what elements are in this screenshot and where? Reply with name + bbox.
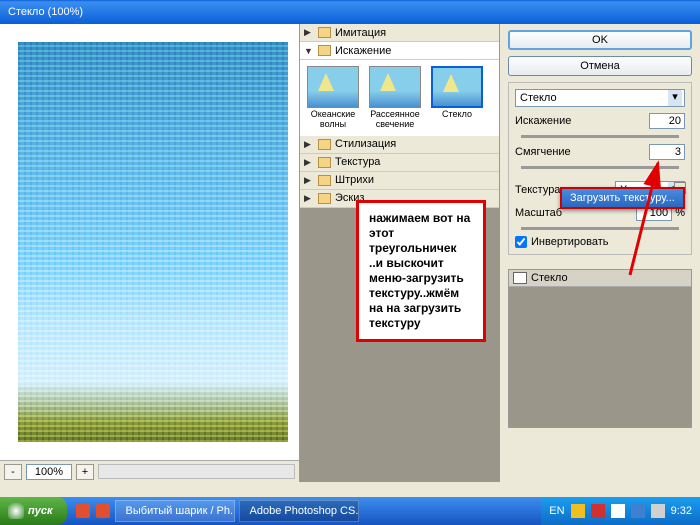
task-item-photoshop[interactable]: Adobe Photoshop CS... bbox=[239, 500, 359, 522]
system-tray: EN 9:32 bbox=[541, 497, 700, 525]
ok-button[interactable]: OK bbox=[508, 30, 692, 50]
taskbar: пуск Выбитый шарик / Ph... Adobe Photosh… bbox=[0, 497, 700, 525]
category-label: Стилизация bbox=[335, 138, 396, 150]
param-smooth: Смягчение bbox=[515, 144, 685, 160]
zoom-in-button[interactable]: + bbox=[76, 464, 94, 480]
tray-icon[interactable] bbox=[591, 504, 605, 518]
expand-icon: ▶ bbox=[304, 139, 314, 150]
tutorial-annotation: нажимаем вот на этот треугольничек ..и в… bbox=[356, 200, 486, 342]
thumb-ocean-waves[interactable]: Океанские волны bbox=[304, 66, 362, 130]
folder-icon bbox=[318, 45, 331, 56]
smooth-input[interactable] bbox=[649, 144, 685, 160]
expand-icon: ▶ bbox=[304, 193, 314, 204]
param-distort: Искажение bbox=[515, 113, 685, 129]
param-label: Масштаб bbox=[515, 207, 562, 219]
smooth-slider[interactable] bbox=[521, 166, 679, 169]
quicklaunch-icon[interactable] bbox=[96, 504, 110, 518]
expand-icon: ▶ bbox=[304, 27, 314, 38]
distort-input[interactable] bbox=[649, 113, 685, 129]
category-label: Искажение bbox=[335, 45, 391, 57]
preview-pane: - 100% + bbox=[0, 24, 300, 482]
filter-thumbnails: Океанские волны Рассеянное свечение Стек… bbox=[300, 60, 499, 136]
cancel-button[interactable]: Отмена bbox=[508, 56, 692, 76]
category-label: Текстура bbox=[335, 156, 380, 168]
load-texture-menu-item[interactable]: Загрузить текстуру... bbox=[560, 187, 685, 209]
start-label: пуск bbox=[28, 505, 53, 517]
settings-pane: OK Отмена Стекло Искажение Смягчение Тек… bbox=[500, 24, 700, 482]
invert-label: Инвертировать bbox=[531, 236, 608, 248]
task-item-browser[interactable]: Выбитый шарик / Ph... bbox=[115, 500, 235, 522]
start-button[interactable]: пуск bbox=[0, 497, 67, 525]
tray-icon[interactable] bbox=[611, 504, 625, 518]
scale-slider[interactable] bbox=[521, 227, 679, 230]
folder-icon bbox=[318, 175, 331, 186]
folder-icon bbox=[318, 193, 331, 204]
task-label: Adobe Photoshop CS... bbox=[250, 505, 359, 517]
expand-icon: ▶ bbox=[304, 175, 314, 186]
window-titlebar: Стекло (100%) bbox=[0, 0, 700, 24]
filter-params-panel: Стекло Искажение Смягчение Текстура: Хол… bbox=[508, 82, 692, 255]
category-stylize[interactable]: ▶ Стилизация bbox=[300, 136, 499, 154]
invert-checkbox[interactable]: Инвертировать bbox=[515, 236, 685, 248]
zoom-out-button[interactable]: - bbox=[4, 464, 22, 480]
folder-icon bbox=[318, 27, 331, 38]
workspace: - 100% + ▶ Имитация ▼ Искажение Океански… bbox=[0, 24, 700, 482]
preview-scrollbar[interactable] bbox=[98, 464, 295, 479]
folder-icon bbox=[318, 157, 331, 168]
param-label: Искажение bbox=[515, 115, 571, 127]
tray-icon[interactable] bbox=[571, 504, 585, 518]
category-label: Имитация bbox=[335, 27, 386, 39]
layer-row[interactable]: Стекло bbox=[509, 270, 691, 287]
effect-layers-panel: Стекло bbox=[508, 269, 692, 428]
zoom-bar: - 100% + bbox=[0, 460, 299, 482]
tray-icon[interactable] bbox=[651, 504, 665, 518]
distort-slider[interactable] bbox=[521, 135, 679, 138]
filter-select[interactable]: Стекло bbox=[515, 89, 685, 107]
tray-icon[interactable] bbox=[631, 504, 645, 518]
lang-indicator[interactable]: EN bbox=[549, 505, 564, 517]
clock[interactable]: 9:32 bbox=[671, 505, 692, 517]
eye-icon[interactable] bbox=[513, 272, 527, 284]
window-title: Стекло (100%) bbox=[8, 6, 83, 18]
category-label: Штрихи bbox=[335, 174, 374, 186]
param-label: Смягчение bbox=[515, 146, 571, 158]
category-imitation[interactable]: ▶ Имитация bbox=[300, 24, 499, 42]
category-distort[interactable]: ▼ Искажение bbox=[300, 42, 499, 60]
param-label: Текстура: bbox=[515, 184, 564, 196]
layer-name: Стекло bbox=[531, 272, 568, 284]
layer-body bbox=[509, 287, 691, 427]
folder-icon bbox=[318, 139, 331, 150]
filter-select-value: Стекло bbox=[520, 92, 557, 104]
zoom-value[interactable]: 100% bbox=[26, 464, 72, 480]
thumb-glass[interactable]: Стекло bbox=[428, 66, 486, 130]
task-label: Выбитый шарик / Ph... bbox=[126, 505, 235, 517]
category-texture[interactable]: ▶ Текстура bbox=[300, 154, 499, 172]
preview-image[interactable] bbox=[18, 42, 288, 442]
quicklaunch-icon[interactable] bbox=[76, 504, 90, 518]
thumb-diffuse-glow[interactable]: Рассеянное свечение bbox=[366, 66, 424, 130]
expand-icon: ▶ bbox=[304, 157, 314, 168]
category-strokes[interactable]: ▶ Штрихи bbox=[300, 172, 499, 190]
invert-check-input[interactable] bbox=[515, 236, 527, 248]
collapse-icon: ▼ bbox=[304, 46, 314, 56]
start-icon bbox=[8, 503, 24, 519]
